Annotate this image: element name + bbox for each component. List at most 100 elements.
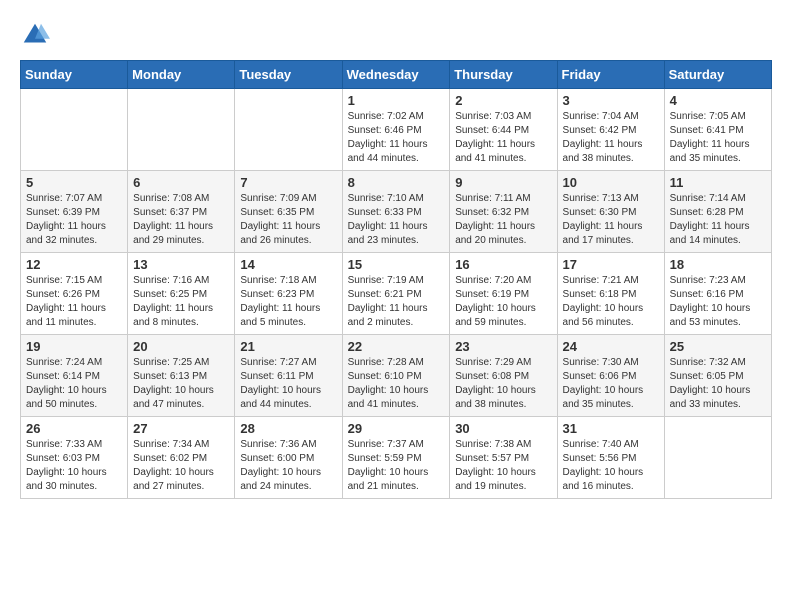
calendar-day-cell: 9Sunrise: 7:11 AMSunset: 6:32 PMDaylight… xyxy=(450,171,557,253)
daylight-text: Daylight: 10 hours and 41 minutes. xyxy=(348,384,445,412)
day-info: Sunrise: 7:07 AMSunset: 6:39 PMDaylight:… xyxy=(26,192,122,248)
calendar-day-cell: 31Sunrise: 7:40 AMSunset: 5:56 PMDayligh… xyxy=(557,417,664,499)
calendar-day-cell: 21 Sunrise: 7:27 AMSunset: 6:11 PMDayligh… xyxy=(235,335,342,417)
sunrise-text: Sunrise: 7:21 AM xyxy=(563,274,659,288)
daylight-text: Daylight: 10 hours and 19 minutes. xyxy=(455,466,551,494)
day-info: Sunrise: 7:25 AMSunset: 6:13 PMDaylight:… xyxy=(133,356,229,412)
day-info: Sunrise: 7:10 AMSunset: 6:33 PMDaylight:… xyxy=(348,192,445,248)
daylight-text: Daylight: 11 hours and 44 minutes. xyxy=(348,138,445,166)
day-number: 30 xyxy=(455,421,551,436)
sunset-text: Sunset: 5:56 PM xyxy=(563,452,659,466)
sunset-text: Sunset: 6:05 PM xyxy=(670,370,766,384)
sunset-text: Sunset: 6:46 PM xyxy=(348,124,445,138)
daylight-text: Daylight: 11 hours and 5 minutes. xyxy=(240,302,336,330)
day-info: Sunrise: 7:30 AMSunset: 6:06 PMDaylight:… xyxy=(563,356,659,412)
daylight-text: Daylight: 11 hours and 23 minutes. xyxy=(348,220,445,248)
day-number: 10 xyxy=(563,175,659,190)
calendar-day-cell: 6Sunrise: 7:08 AMSunset: 6:37 PMDaylight… xyxy=(128,171,235,253)
sunrise-text: Sunrise: 7:37 AM xyxy=(348,438,445,452)
calendar-day-cell xyxy=(664,417,771,499)
sunrise-text: Sunrise: 7:32 AM xyxy=(670,356,766,370)
day-info: Sunrise: 7:11 AMSunset: 6:32 PMDaylight:… xyxy=(455,192,551,248)
day-of-week-header: Wednesday xyxy=(342,61,450,89)
daylight-text: Daylight: 11 hours and 20 minutes. xyxy=(455,220,551,248)
day-info: Sunrise: 7:21 AMSunset: 6:18 PMDaylight:… xyxy=(563,274,659,330)
day-info: Sunrise: 7:27 AMSunset: 6:11 PMDaylight:… xyxy=(240,356,336,412)
sunset-text: Sunset: 6:28 PM xyxy=(670,206,766,220)
sunset-text: Sunset: 6:19 PM xyxy=(455,288,551,302)
day-number: 24 xyxy=(563,339,659,354)
day-info: Sunrise: 7:15 AMSunset: 6:26 PMDaylight:… xyxy=(26,274,122,330)
day-info: Sunrise: 7:14 AMSunset: 6:28 PMDaylight:… xyxy=(670,192,766,248)
sunrise-text: Sunrise: 7:04 AM xyxy=(563,110,659,124)
day-number: 17 xyxy=(563,257,659,272)
sunrise-text: Sunrise: 7:02 AM xyxy=(348,110,445,124)
sunrise-text: Sunrise: 7:24 AM xyxy=(26,356,122,370)
day-number: 26 xyxy=(26,421,122,436)
daylight-text: Daylight: 11 hours and 11 minutes. xyxy=(26,302,122,330)
sunrise-text: Sunrise: 7:33 AM xyxy=(26,438,122,452)
sunrise-text: Sunrise: 7:09 AM xyxy=(240,192,336,206)
sunset-text: Sunset: 6:39 PM xyxy=(26,206,122,220)
calendar-day-cell: 30 Sunrise: 7:38 AMSunset: 5:57 PMDayligh… xyxy=(450,417,557,499)
calendar-day-cell: 14Sunrise: 7:18 AMSunset: 6:23 PMDayligh… xyxy=(235,253,342,335)
calendar-day-cell: 23Sunrise: 7:29 AMSunset: 6:08 PMDayligh… xyxy=(450,335,557,417)
day-number: 14 xyxy=(240,257,336,272)
calendar-day-cell xyxy=(235,89,342,171)
day-info: Sunrise: 7:32 AMSunset: 6:05 PMDaylight:… xyxy=(670,356,766,412)
daylight-text: Daylight: 11 hours and 17 minutes. xyxy=(563,220,659,248)
calendar-day-cell: 22Sunrise: 7:28 AMSunset: 6:10 PMDayligh… xyxy=(342,335,450,417)
sunset-text: Sunset: 6:25 PM xyxy=(133,288,229,302)
sunset-text: Sunset: 6:13 PM xyxy=(133,370,229,384)
sunrise-text: Sunrise: 7:15 AM xyxy=(26,274,122,288)
daylight-text: Daylight: 10 hours and 38 minutes. xyxy=(455,384,551,412)
sunset-text: Sunset: 6:32 PM xyxy=(455,206,551,220)
day-info: Sunrise: 7:33 AMSunset: 6:03 PMDaylight:… xyxy=(26,438,122,494)
day-number: 22 xyxy=(348,339,445,354)
day-number: 19 xyxy=(26,339,122,354)
calendar-day-cell: 15Sunrise: 7:19 AMSunset: 6:21 PMDayligh… xyxy=(342,253,450,335)
day-number: 2 xyxy=(455,93,551,108)
day-number: 27 xyxy=(133,421,229,436)
calendar-day-cell: 26 Sunrise: 7:33 AMSunset: 6:03 PMDayligh… xyxy=(21,417,128,499)
day-number: 21 xyxy=(240,339,336,354)
sunrise-text: Sunrise: 7:14 AM xyxy=(670,192,766,206)
day-info: Sunrise: 7:29 AMSunset: 6:08 PMDaylight:… xyxy=(455,356,551,412)
calendar-week-row: 26Sunrise: 7:33 AMSunset: 6:03 PMDayligh… xyxy=(21,417,772,499)
daylight-text: Daylight: 11 hours and 14 minutes. xyxy=(670,220,766,248)
calendar-day-cell: 29Sunrise: 7:37 AMSunset: 5:59 PMDayligh… xyxy=(342,417,450,499)
calendar-table: SundayMondayTuesdayWednesdayThursdayFrid… xyxy=(20,60,772,499)
calendar-day-cell: 5Sunrise: 7:07 AMSunset: 6:39 PMDaylight… xyxy=(21,171,128,253)
sunset-text: Sunset: 6:26 PM xyxy=(26,288,122,302)
daylight-text: Daylight: 11 hours and 8 minutes. xyxy=(133,302,229,330)
calendar-day-cell: 24 Sunrise: 7:30 AMSunset: 6:06 PMDayligh… xyxy=(557,335,664,417)
daylight-text: Daylight: 10 hours and 53 minutes. xyxy=(670,302,766,330)
day-of-week-header: Sunday xyxy=(21,61,128,89)
sunset-text: Sunset: 6:18 PM xyxy=(563,288,659,302)
sunset-text: Sunset: 6:33 PM xyxy=(348,206,445,220)
daylight-text: Daylight: 10 hours and 44 minutes. xyxy=(240,384,336,412)
calendar-week-row: 19Sunrise: 7:24 AMSunset: 6:14 PMDayligh… xyxy=(21,335,772,417)
day-number: 29 xyxy=(348,421,445,436)
day-info: Sunrise: 7:08 AMSunset: 6:37 PMDaylight:… xyxy=(133,192,229,248)
sunset-text: Sunset: 6:03 PM xyxy=(26,452,122,466)
daylight-text: Daylight: 10 hours and 50 minutes. xyxy=(26,384,122,412)
calendar-day-cell: 13Sunrise: 7:16 AMSunset: 6:25 PMDayligh… xyxy=(128,253,235,335)
calendar-day-cell: 3Sunrise: 7:04 AMSunset: 6:42 PMDaylight… xyxy=(557,89,664,171)
calendar-day-cell: 19Sunrise: 7:24 AMSunset: 6:14 PMDayligh… xyxy=(21,335,128,417)
day-info: Sunrise: 7:38 AMSunset: 5:57 PMDaylight:… xyxy=(455,438,551,494)
calendar-day-cell xyxy=(128,89,235,171)
daylight-text: Daylight: 10 hours and 16 minutes. xyxy=(563,466,659,494)
calendar-day-cell: 4Sunrise: 7:05 AMSunset: 6:41 PMDaylight… xyxy=(664,89,771,171)
sunset-text: Sunset: 6:41 PM xyxy=(670,124,766,138)
calendar-day-cell: 7Sunrise: 7:09 AMSunset: 6:35 PMDaylight… xyxy=(235,171,342,253)
day-info: Sunrise: 7:23 AMSunset: 6:16 PMDaylight:… xyxy=(670,274,766,330)
daylight-text: Daylight: 11 hours and 2 minutes. xyxy=(348,302,445,330)
daylight-text: Daylight: 11 hours and 35 minutes. xyxy=(670,138,766,166)
day-info: Sunrise: 7:13 AMSunset: 6:30 PMDaylight:… xyxy=(563,192,659,248)
calendar-day-cell: 1Sunrise: 7:02 AMSunset: 6:46 PMDaylight… xyxy=(342,89,450,171)
logo xyxy=(20,20,54,50)
day-info: Sunrise: 7:09 AMSunset: 6:35 PMDaylight:… xyxy=(240,192,336,248)
calendar-day-cell xyxy=(21,89,128,171)
day-number: 11 xyxy=(670,175,766,190)
